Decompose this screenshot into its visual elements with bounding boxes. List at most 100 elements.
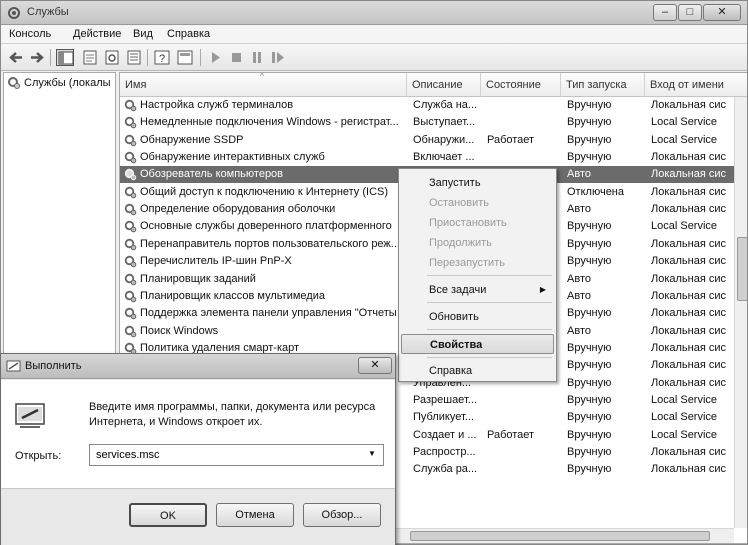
context-menu: Запустить Остановить Приостановить Продо…: [398, 168, 557, 382]
service-description: Служба на...: [413, 99, 478, 111]
run-icon: [6, 360, 21, 372]
service-description: Выступает...: [413, 116, 476, 128]
stop-icon[interactable]: [227, 49, 245, 66]
service-logon-as: Локальная сис: [651, 203, 727, 215]
service-startup-type: Вручную: [567, 307, 612, 319]
table-row[interactable]: Обнаружение SSDP Обнаружи... Работает Вручн…: [120, 132, 734, 149]
service-logon-as: Локальная сис: [651, 446, 727, 458]
properties-icon[interactable]: [81, 49, 99, 66]
export-list-icon[interactable]: [125, 49, 143, 66]
menu-action[interactable]: Действие: [73, 28, 121, 40]
dialog-description: Введите имя программы, папки, документа …: [89, 401, 376, 428]
table-row[interactable]: Обнаружение интерактивных служб Включает …: [120, 149, 734, 166]
scrollbar-thumb[interactable]: [737, 237, 747, 301]
view-icon[interactable]: [176, 49, 194, 66]
service-startup-type: Вручную: [567, 359, 612, 371]
back-arrow-icon[interactable]: [7, 49, 25, 66]
dialog-title-bar[interactable]: Выполнить ✕: [1, 354, 395, 379]
browse-button[interactable]: Обзор...: [303, 503, 381, 527]
service-startup-type: Авто: [567, 203, 591, 215]
forward-arrow-icon[interactable]: [28, 49, 46, 66]
tree-node-services-local[interactable]: Службы (локалы: [6, 76, 114, 92]
menu-item-pause[interactable]: Приостановить: [401, 213, 554, 233]
gear-icon: [124, 273, 137, 286]
help-icon[interactable]: ?: [153, 49, 171, 66]
service-state: Работает: [487, 429, 535, 441]
service-logon-as: Local Service: [651, 116, 718, 128]
column-header-startup-type[interactable]: Тип запуска: [561, 73, 645, 97]
service-startup-type: Отключена: [567, 186, 624, 198]
service-startup-type: Вручную: [567, 446, 612, 458]
service-description: Публикует...: [413, 411, 474, 423]
menu-view[interactable]: Вид: [133, 28, 153, 40]
service-logon-as: Local Service: [651, 220, 718, 232]
menu-item-help[interactable]: Справка: [401, 361, 554, 381]
toolbar-separator: [200, 49, 201, 66]
gear-icon: [124, 168, 137, 181]
menu-item-refresh[interactable]: Обновить: [401, 307, 554, 327]
maximize-button[interactable]: □: [678, 4, 702, 21]
column-header-state[interactable]: Состояние: [481, 73, 561, 97]
service-logon-as: Local Service: [651, 429, 718, 441]
service-logon-as: Локальная сис: [651, 168, 727, 180]
table-row[interactable]: Немедленные подключения Windows - регист…: [120, 114, 734, 131]
dialog-title: Выполнить: [25, 360, 82, 372]
ok-button[interactable]: OK: [129, 503, 207, 527]
pause-icon[interactable]: [248, 49, 266, 66]
service-startup-type: Вручную: [567, 134, 612, 146]
menu-item-all-tasks[interactable]: Все задачи ▶: [401, 280, 554, 300]
restart-icon[interactable]: [269, 49, 287, 66]
menu-item-restart[interactable]: Перезапустить: [401, 253, 554, 273]
dialog-body: Введите имя программы, папки, документа …: [1, 380, 395, 488]
service-startup-type: Вручную: [567, 220, 612, 232]
play-icon[interactable]: [206, 49, 224, 66]
menu-console[interactable]: Консоль: [9, 28, 51, 40]
window-title: Службы: [27, 6, 69, 18]
toolbar-separator: [50, 49, 51, 66]
column-header-name[interactable]: Имя ^: [120, 73, 407, 97]
sort-arrow-icon: ^: [260, 73, 264, 81]
run-icon: [15, 403, 45, 428]
table-row[interactable]: Настройка служб терминалов Служба на... Вр…: [120, 97, 734, 114]
service-startup-type: Авто: [567, 325, 591, 337]
close-button[interactable]: ✕: [703, 4, 741, 21]
column-header-description[interactable]: Описание: [407, 73, 481, 97]
menu-item-properties[interactable]: Свойства: [401, 334, 554, 354]
service-startup-type: Вручную: [567, 463, 612, 475]
service-logon-as: Локальная сис: [651, 151, 727, 163]
menu-item-resume[interactable]: Продолжить: [401, 233, 554, 253]
column-header-logon-as[interactable]: Вход от имени: [645, 73, 747, 97]
toolbar: ?: [1, 44, 747, 71]
menu-item-start[interactable]: Запустить: [401, 173, 554, 193]
minimize-button[interactable]: –: [653, 4, 677, 21]
menu-separator: [427, 275, 552, 276]
service-startup-type: Вручную: [567, 255, 612, 267]
service-name: Настройка служб терминалов: [140, 99, 294, 111]
cancel-button[interactable]: Отмена: [216, 503, 294, 527]
service-description: Включает ...: [413, 151, 475, 163]
service-startup-type: Вручную: [567, 394, 612, 406]
gear-icon: [124, 290, 137, 303]
chevron-down-icon[interactable]: ▼: [368, 449, 376, 458]
service-name: Немедленные подключения Windows - регист…: [140, 116, 399, 128]
gear-icon: [124, 220, 137, 233]
refresh-icon[interactable]: [103, 49, 121, 66]
vertical-scrollbar[interactable]: [734, 97, 747, 528]
menu-separator: [427, 302, 552, 303]
gear-icon: [124, 151, 137, 164]
menu-help[interactable]: Справка: [167, 28, 210, 40]
service-logon-as: Локальная сис: [651, 186, 727, 198]
scrollbar-thumb[interactable]: [410, 531, 710, 541]
console-tree-icon[interactable]: [56, 49, 74, 66]
open-label: Открыть:: [15, 450, 62, 462]
toolbar-separator: [147, 49, 148, 66]
title-bar[interactable]: Службы – □ ✕: [1, 1, 747, 25]
service-name: Обнаружение SSDP: [140, 134, 244, 146]
menu-item-stop[interactable]: Остановить: [401, 193, 554, 213]
close-button[interactable]: ✕: [358, 357, 392, 374]
open-combobox-input[interactable]: [89, 444, 384, 466]
service-logon-as: Локальная сис: [651, 463, 727, 475]
service-name: Общий доступ к подключению к Интернету (…: [140, 186, 389, 198]
service-startup-type: Вручную: [567, 238, 612, 250]
gear-icon: [124, 203, 137, 216]
